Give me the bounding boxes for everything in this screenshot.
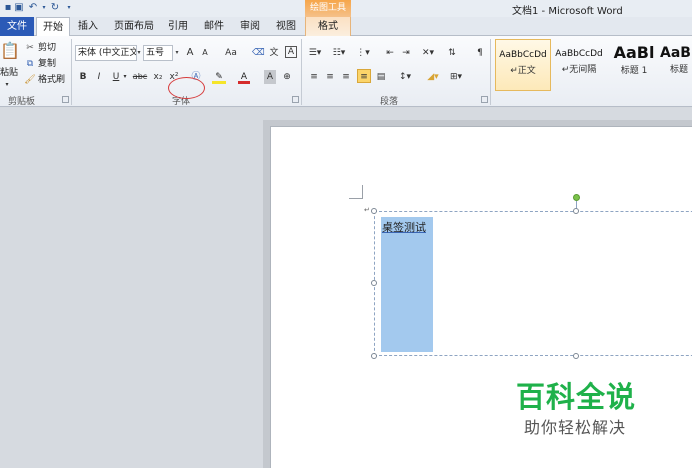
text-selection-highlight [381,217,433,352]
textbox-text[interactable]: 桌签测试 [382,219,426,235]
tab-view[interactable]: 视图 [272,17,300,36]
tab-references[interactable]: 引用 [164,17,192,36]
watermark-subtitle: 助你轻松解决 [524,418,627,437]
chinese-layout-icon[interactable]: ✕▾ [420,46,436,60]
style-preview: AaBbCcDd [555,49,603,59]
style-heading-1[interactable]: AaBl 标题 1 [606,39,662,91]
style-preview: AaB [660,45,691,61]
increase-indent-icon[interactable]: ⇥ [400,46,412,60]
bullets-icon[interactable]: ☰▾ [307,46,323,60]
style-normal[interactable]: AaBbCcDd ↵正文 [495,39,551,91]
tab-mailings[interactable]: 邮件 [200,17,228,36]
watermark-title: 百科全说 [516,380,637,414]
tab-file[interactable]: 文件 [0,17,34,36]
red-circle-annotation [168,77,205,99]
window-title: 文档1 - Microsoft Word [512,6,623,17]
paste-icon[interactable]: 📋 [0,40,20,62]
paragraph-group-label: 段落 [380,97,399,107]
word-window: ▪ ▣ ↶ ▾ ↻ ▾ 绘图工具 文档1 - Microsoft Word 文件… [0,0,692,468]
line-spacing-icon[interactable]: ↕▾ [396,70,414,84]
shading-icon[interactable]: ◢▾ [424,70,442,84]
tab-home[interactable]: 开始 [36,17,70,37]
resize-handle-bottom-left[interactable] [371,353,377,359]
ribbon-tab-row: 文件 开始 插入 页面布局 引用 邮件 审阅 视图 格式 [0,17,692,37]
resize-handle-top[interactable] [573,208,579,214]
clear-format-icon[interactable]: ⌫ [252,46,265,60]
resize-handle-top-left[interactable] [371,208,377,214]
tab-review[interactable]: 审阅 [236,17,264,36]
resize-handle-bottom[interactable] [573,353,579,359]
cut-button[interactable]: 剪切 [38,41,56,55]
show-marks-icon[interactable]: ¶ [474,46,486,60]
customize-qat-icon[interactable]: ▾ [63,2,75,14]
align-center-icon[interactable]: ≡ [324,70,336,84]
paragraph-mark: ↵ [364,206,370,214]
cut-icon[interactable]: ✂ [24,41,36,55]
style-preview: AaBbCcDd [499,50,547,60]
strikethrough-button[interactable]: abc [132,70,148,84]
drawing-tools-context-label: 绘图工具 [305,0,351,17]
group-divider [301,39,302,105]
tab-page-layout[interactable]: 页面布局 [110,17,158,36]
underline-button[interactable]: U [111,70,121,84]
phonetic-guide-icon[interactable]: 文 [268,46,280,60]
group-divider [490,39,491,105]
align-right-icon[interactable]: ≡ [340,70,352,84]
style-no-spacing[interactable]: AaBbCcDd ↵无间隔 [551,39,607,91]
subscript-button[interactable]: x₂ [152,70,164,84]
font-name-combo[interactable]: 宋体 (中文正文) [75,45,137,61]
copy-icon[interactable]: ⧉ [24,57,36,71]
character-shading-button[interactable]: A [264,70,276,84]
font-launcher-icon[interactable] [292,96,299,103]
format-painter-button[interactable]: 格式刷 [38,73,65,87]
style-preview: AaBl [613,43,655,62]
clipboard-group-label: 剪贴板 [8,97,36,107]
resize-handle-left[interactable] [371,280,377,286]
font-color-button[interactable]: A [238,70,250,84]
font-size-dropdown-icon[interactable]: ▾ [172,45,182,61]
style-heading[interactable]: AaB 标题 [660,39,692,91]
clipboard-launcher-icon[interactable] [62,96,69,103]
format-painter-icon[interactable]: 🖌 [24,73,36,87]
align-left-icon[interactable]: ≡ [308,70,320,84]
shrink-font-button[interactable]: A [200,46,210,60]
save-icon[interactable]: ▣ [13,2,25,14]
underline-dropdown-icon[interactable]: ▾ [121,70,129,84]
paragraph-launcher-icon[interactable] [481,96,488,103]
font-size-combo[interactable]: 五号 [143,45,173,61]
paste-dropdown-icon[interactable]: ▾ [0,78,14,92]
highlight-icon[interactable]: ✎ [212,70,226,84]
grow-font-button[interactable]: A [184,46,196,60]
tab-format[interactable]: 格式 [305,17,351,36]
redo-icon[interactable]: ↻ [49,2,61,14]
italic-button[interactable]: I [94,70,104,84]
rotate-handle[interactable] [573,194,580,201]
copy-button[interactable]: 复制 [38,57,56,71]
style-name: 标题 [670,65,689,75]
numbering-icon[interactable]: ☷▾ [331,46,347,60]
justify-icon[interactable]: ≡ [357,69,371,83]
ribbon-home: 📋 粘贴 ▾ ✂ 剪切 ⧉ 复制 🖌 格式刷 剪贴板 宋体 (中文正文) ▾ 五… [0,36,692,107]
style-name: ↵无间隔 [561,65,597,75]
margin-corner-mark [349,185,363,199]
style-name: 标题 1 [620,66,648,76]
document-page[interactable]: ↵ 桌签测试 [270,126,692,468]
character-border-button[interactable]: A [285,46,297,58]
borders-icon[interactable]: ⊞▾ [447,70,465,84]
sort-icon[interactable]: ⇅ [446,46,458,60]
distributed-icon[interactable]: ▤ [375,70,387,84]
group-divider [71,39,72,105]
bold-button[interactable]: B [78,70,88,84]
title-bar: ▪ ▣ ↶ ▾ ↻ ▾ 绘图工具 文档1 - Microsoft Word [0,0,692,17]
multilevel-list-icon[interactable]: ⋮▾ [355,46,371,60]
change-case-button[interactable]: Aa [223,46,239,60]
decrease-indent-icon[interactable]: ⇤ [384,46,396,60]
enclose-characters-icon[interactable]: ⊕ [281,70,293,84]
tab-insert[interactable]: 插入 [75,17,101,36]
style-name: ↵正文 [510,66,536,76]
